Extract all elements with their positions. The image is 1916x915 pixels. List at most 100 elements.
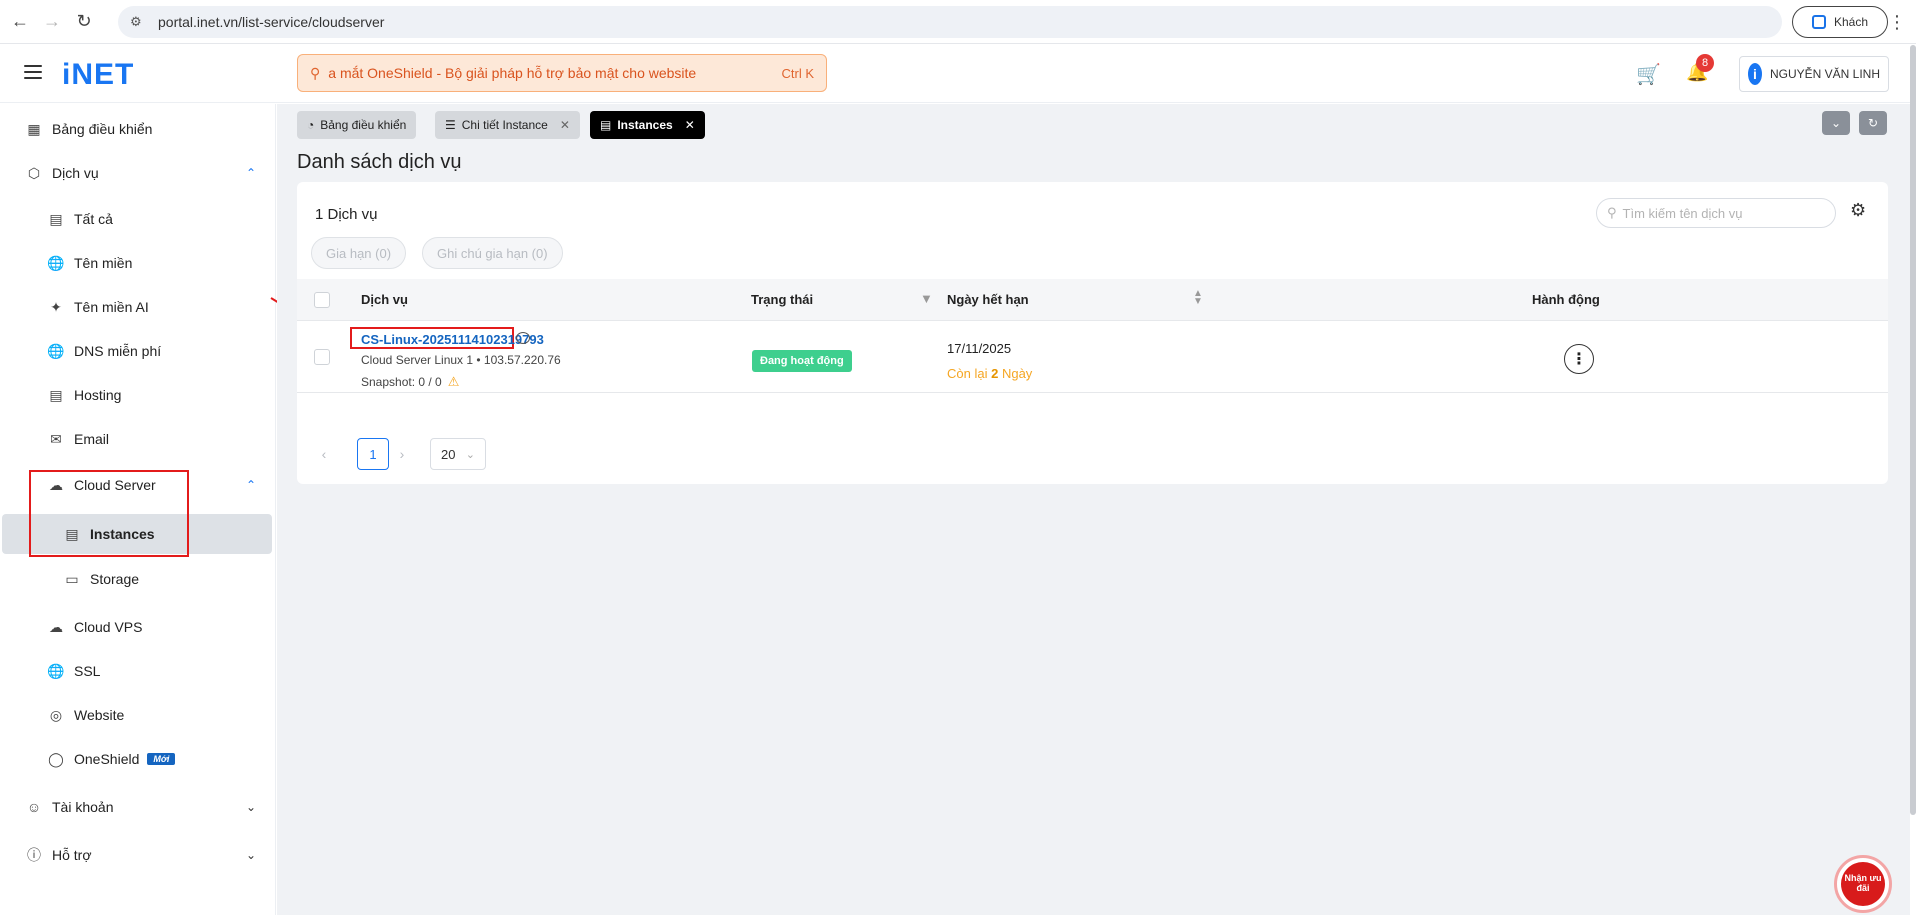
next-page-icon[interactable]: › [390,438,414,470]
globe-lock-icon: 🌐 [47,662,65,679]
column-status: Trạng thái [751,292,814,307]
mail-icon: ✉ [50,430,62,447]
page-size-value: 20 [441,446,456,462]
search-shortcut: Ctrl K [781,65,815,81]
user-menu-button[interactable]: i NGUYỄN VĂN LINH [1739,56,1889,92]
page-size-select[interactable]: 20 ⌄ [430,438,486,470]
sidebar-item-oneshield[interactable]: ◯ OneShield Mới [48,742,248,776]
sidebar-item-all[interactable]: ▤ Tất cả [48,202,248,236]
tab-instances[interactable]: ▤ Instances ✕ [590,111,705,139]
select-all-checkbox[interactable] [314,292,330,308]
dashboard-grid-icon: ▦ [27,120,41,137]
inet-logo[interactable]: iNET [62,58,134,92]
new-badge: Mới [147,753,176,765]
search-icon: ⚲ [310,64,321,81]
search-icon: ⚲ [1607,205,1617,220]
tab-label: Instances [617,118,673,132]
sidebar-item-label: Bảng điều khiển [52,121,153,137]
snapshot-text: Snapshot: 0 / 0 [361,375,442,389]
filter-renew-note-button[interactable]: Ghi chú gia hạn (0) [422,237,563,269]
table-header: Dịch vụ Trạng thái ▼ Ngày hết hạn ▲ ▼ Hàn… [297,279,1888,321]
sort-icon[interactable]: ▲ ▼ [1193,289,1203,307]
sidebar: ▦ Bảng điều khiển ⬡ Dịch vụ ⌃ ▤ Tất cả 🌐… [0,104,276,915]
sidebar-item-account[interactable]: ☺ Tài khoản ⌄ [26,790,256,824]
list-icon: ▤ [600,118,612,132]
column-service: Dịch vụ [361,292,408,307]
gauge-icon: ◔ [307,118,315,132]
sidebar-item-cloud-vps[interactable]: ☁ Cloud VPS [48,610,248,644]
url-text[interactable]: portal.inet.vn/list-service/cloudserver [158,14,384,30]
list-icon: ▤ [49,210,63,227]
table-row: CS-Linux-20251114102319793 Cloud Server … [297,321,1888,393]
page-1-button[interactable]: 1 [357,438,389,470]
user-circle-icon: ☺ [26,799,42,815]
tab-label: Bảng điều khiển [320,118,407,132]
row-checkbox[interactable] [314,349,330,365]
back-arrow-icon[interactable]: ← [8,10,32,34]
filter-renew-button[interactable]: Gia hạn (0) [311,237,407,269]
sidebar-item-ai-domains[interactable]: ✦ Tên miền AI [48,290,248,324]
app-header: iNET ⚲ a mắt OneShield - Bộ giải pháp hỗ… [0,45,1910,103]
cart-icon[interactable]: 🛒 [1636,62,1661,86]
sidebar-item-label: Hỗ trợ [52,847,92,863]
sidebar-item-services[interactable]: ⬡ Dịch vụ ⌃ [26,156,256,190]
address-bar[interactable]: ⚙ portal.inet.vn/list-service/cloudserve… [118,6,1782,38]
service-search-input[interactable]: ⚲ Tìm kiếm tên dịch vụ [1596,198,1836,228]
server-icon: ▤ [49,386,63,403]
globe-icon: 🌐 [47,254,65,271]
chevron-down-icon: ⌄ [465,448,475,461]
expiry-date: 17/11/2025 [947,341,1012,356]
chevron-down-icon: ⌄ [245,800,256,814]
profile-icon [1811,15,1826,29]
browser-menu-icon[interactable]: ⋮ [1888,10,1906,34]
sidebar-item-label: DNS miễn phí [74,343,162,359]
gear-icon[interactable]: ⚙ [1850,200,1874,224]
services-card: 1 Dịch vụ ⚲ Tìm kiếm tên dịch vụ ⚙ Gia h… [297,182,1888,484]
sidebar-item-hosting[interactable]: ▤ Hosting [48,378,248,412]
hamburger-menu-icon[interactable] [24,65,42,79]
main-content: ◔ Bảng điều khiển ☰ Chi tiết Instance ✕ … [277,104,1910,915]
web-icon: ◎ [49,706,63,723]
sparkle-icon: ✦ [50,298,62,315]
search-placeholder: Tìm kiếm tên dịch vụ [1622,205,1743,221]
tab-instance-detail[interactable]: ☰ Chi tiết Instance ✕ [435,111,580,139]
profile-button[interactable]: Khách [1792,6,1888,38]
sidebar-item-storage[interactable]: ▭ Storage [64,562,244,596]
tabs-dropdown-chevron-icon[interactable]: ⌄ [1822,111,1850,135]
chat-icon[interactable] [516,332,530,344]
forward-arrow-icon[interactable]: → [40,10,64,34]
sidebar-item-label: Email [74,431,110,447]
service-subtitle: Cloud Server Linux 1 • 103.57.220.76 [361,353,561,367]
chevron-down-icon: ⌄ [245,848,256,862]
service-snapshot: Snapshot: 0 / 0 ⚠ [361,374,459,390]
sidebar-item-label: Dịch vụ [52,165,99,181]
close-icon[interactable]: ✕ [560,118,570,132]
filter-funnel-icon[interactable]: ▼ [920,291,933,306]
sidebar-item-label: Cloud VPS [74,619,143,635]
globe-icon: 🌐 [47,342,65,359]
sidebar-item-ssl[interactable]: 🌐 SSL [47,654,248,688]
avatar: i [1748,63,1762,85]
sidebar-item-label: Tài khoản [52,799,114,815]
profile-label: Khách [1833,15,1869,29]
sidebar-item-website[interactable]: ◎ Website [48,698,248,732]
sidebar-item-dashboard[interactable]: ▦ Bảng điều khiển [26,112,246,146]
site-settings-icon[interactable]: ⚙ [130,14,146,30]
warning-icon: ⚠ [447,374,460,389]
sidebar-item-email[interactable]: ✉ Email [48,422,248,456]
close-icon[interactable]: ✕ [685,118,695,132]
tab-dashboard[interactable]: ◔ Bảng điều khiển [297,111,417,139]
tabs-refresh-icon[interactable]: ↻ [1859,111,1887,135]
global-search[interactable]: ⚲ a mắt OneShield - Bộ giải pháp hỗ trợ … [297,54,827,92]
page-scrollbar[interactable] [1910,45,1916,815]
reload-icon[interactable]: ↻ [72,10,96,34]
drive-icon: ▭ [65,570,79,587]
sidebar-item-free-dns[interactable]: 🌐 DNS miễn phí [47,334,248,368]
offer-button[interactable]: Nhận ưu đãi [1834,855,1892,913]
sidebar-item-domains[interactable]: 🌐 Tên miền [47,246,248,280]
more-actions-button[interactable]: ⋮ [1564,344,1594,374]
prev-page-icon[interactable]: ‹ [312,438,336,470]
offer-label: Nhận ưu đãi [1841,862,1885,906]
sidebar-item-support[interactable]: ⓘ Hỗ trợ ⌄ [26,838,256,872]
user-name: NGUYỄN VĂN LINH [1769,67,1880,81]
